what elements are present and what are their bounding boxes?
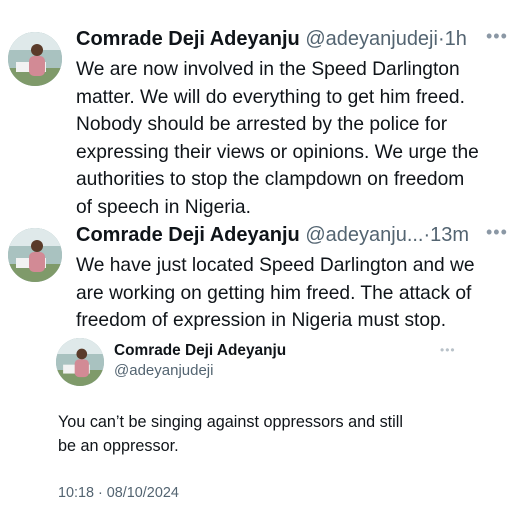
timestamp[interactable]: 10:18 · 08/10/2024	[58, 485, 179, 501]
tweet-text-line: You can’t be singing against oppressors …	[58, 413, 403, 431]
tweet-header: Comrade Deji Adeyanju @adeyanjudeji·1h	[76, 28, 467, 51]
avatar-photo	[8, 32, 62, 86]
author-handle[interactable]: @adeyanjudeji	[305, 28, 438, 50]
tweet-time[interactable]: 13m	[430, 224, 469, 246]
tweet-text: We are now involved in the Speed Darling…	[76, 56, 479, 222]
author-name[interactable]: Comrade Deji Adeyanju	[76, 224, 300, 246]
author-handle[interactable]: @adeyanju...	[305, 224, 423, 246]
tweet-header: Comrade Deji Adeyanju @adeyanju...·13m	[76, 224, 469, 247]
tweet-text-line: freedom of expression in Nigeria must st…	[76, 310, 447, 332]
avatar-photo	[56, 338, 104, 386]
avatar[interactable]	[8, 228, 62, 282]
tweet-text-line: are working on getting him freed. The at…	[76, 282, 472, 304]
tweet-time[interactable]: 1h	[445, 28, 467, 50]
author-name[interactable]: Comrade Deji Adeyanju	[76, 28, 300, 50]
more-options-icon[interactable]: •••	[486, 222, 508, 243]
author-handle[interactable]: @adeyanjudeji	[114, 362, 213, 379]
tweet-text-line: matter. We will do everything to get him…	[76, 86, 465, 108]
tweet-text-line: We have just located Speed Darlington an…	[76, 255, 475, 276]
separator-dot: ·	[437, 28, 445, 50]
more-options-icon[interactable]: •••	[440, 343, 456, 357]
avatar-photo	[8, 228, 62, 282]
avatar[interactable]	[56, 338, 104, 386]
tweet-text-line: authorities to stop the clampdown on fre…	[76, 169, 465, 191]
tweet-text: We have just located Speed Darlington an…	[76, 252, 475, 335]
more-options-icon[interactable]: •••	[486, 26, 508, 47]
tweet-text-line: Nobody should be arrested by the police …	[76, 114, 448, 136]
avatar[interactable]	[8, 32, 62, 86]
quoted-tweet-text: You can’t be singing against oppressors …	[58, 410, 403, 458]
tweet-text-line: expressing their views or opinions. We u…	[76, 141, 479, 163]
tweet-text-line: We are now involved in the Speed Darling…	[76, 59, 460, 80]
author-name[interactable]: Comrade Deji Adeyanju	[114, 342, 286, 360]
tweet-text-line: be an oppressor.	[58, 437, 179, 455]
tweet-text-line: of speech in Nigeria.	[76, 196, 251, 218]
